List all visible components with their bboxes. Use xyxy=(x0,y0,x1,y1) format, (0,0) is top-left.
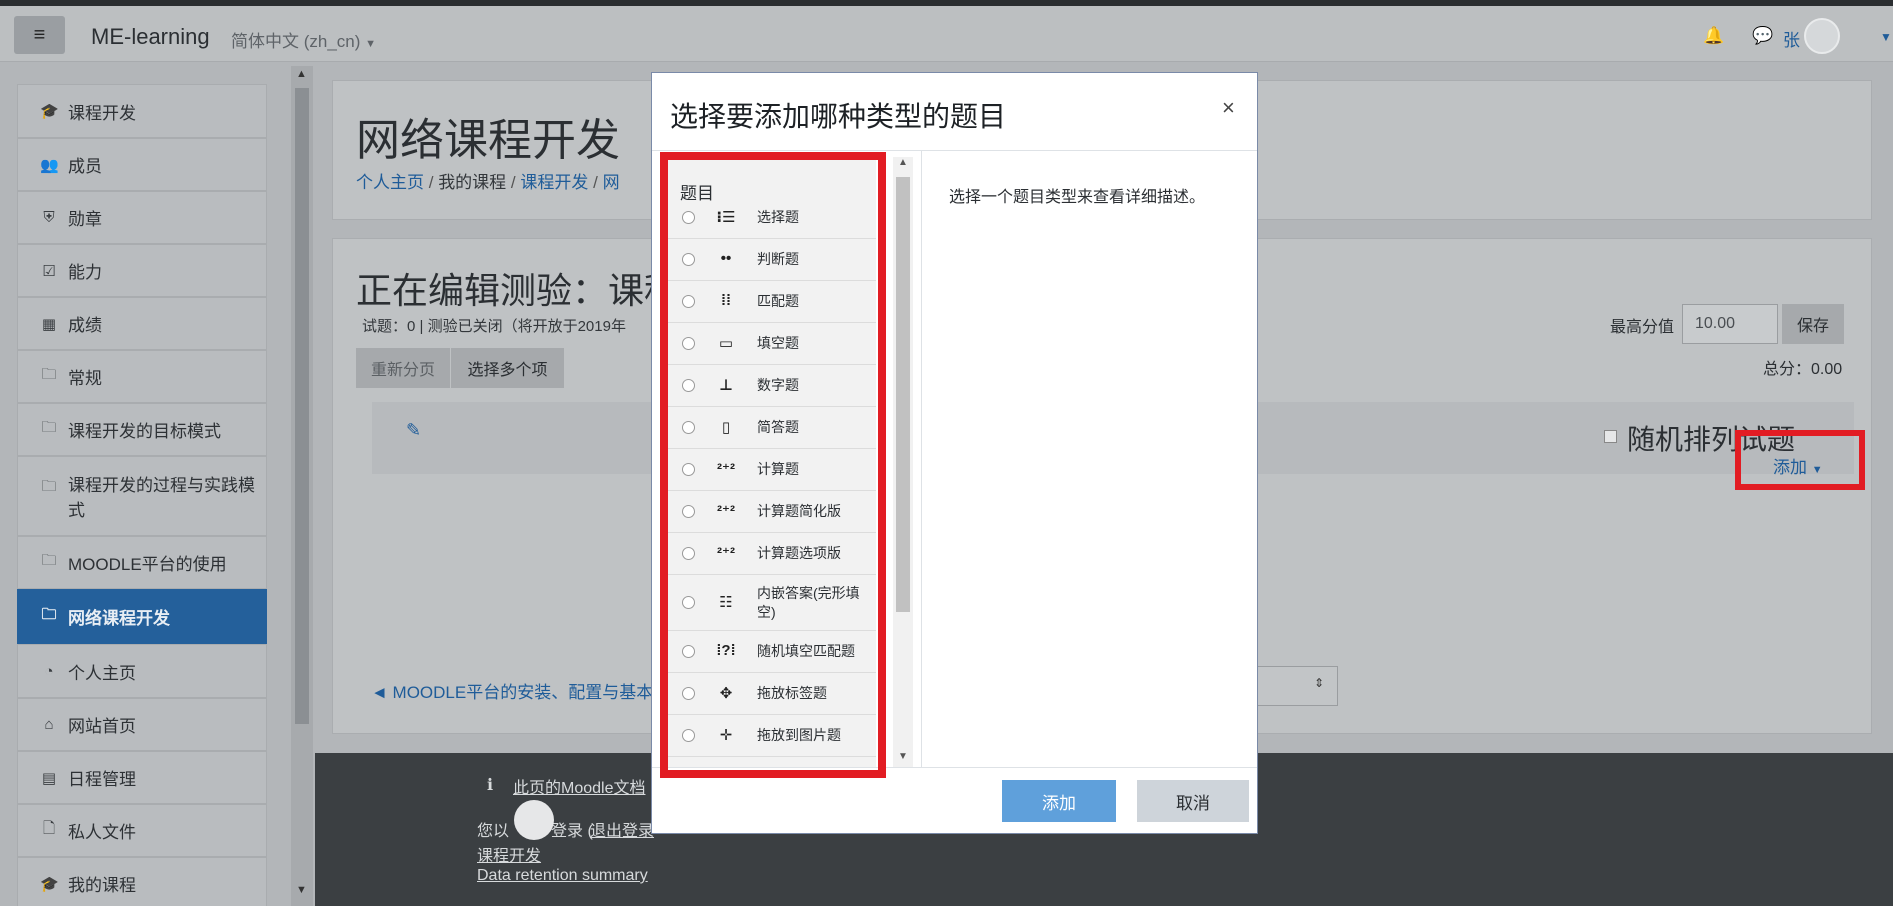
sidebar-item-label: 个人主页 xyxy=(68,663,136,683)
checkbox-icon: ☑ xyxy=(42,262,56,280)
chat-icon[interactable]: 💬 xyxy=(1752,26,1773,46)
sidebar-item[interactable]: ⌂ 网站首页 xyxy=(17,698,267,751)
dashboard-icon: ◔ xyxy=(44,662,54,680)
type-description: 选择一个题目类型来查看详细描述。 xyxy=(949,189,1206,206)
moodle-docs-link[interactable]: 此页的Moodle文档 xyxy=(513,774,645,798)
folder-icon: 🗀 xyxy=(41,552,57,569)
breadcrumb-current[interactable]: 网 xyxy=(603,173,620,192)
close-icon[interactable]: × xyxy=(1222,95,1235,121)
calendar-icon: ▤ xyxy=(41,769,57,787)
folder-icon: 🗀 xyxy=(41,606,57,623)
navbar: ≡ ME-learning 简体中文 (zh_cn) ▼ 🔔 💬 张 ▼ xyxy=(0,6,1893,62)
dialog-title: 选择要添加哪种类型的题目 xyxy=(670,101,1007,132)
sidebar-item[interactable]: ◔ 个人主页 xyxy=(17,644,267,698)
sidebar-item-label: 课程开发的过程与实践模式 xyxy=(68,476,255,520)
course-link[interactable]: 课程开发 xyxy=(477,842,541,866)
sidebar-item-label: MOODLE平台的使用 xyxy=(68,555,227,574)
sidebar-item-label: 网站首页 xyxy=(68,717,136,736)
sidebar-item-label: 我的课程 xyxy=(68,876,136,895)
pencil-icon[interactable]: ✎ xyxy=(406,420,421,441)
shield-icon: ⛨ xyxy=(43,209,55,226)
scroll-up-icon[interactable]: ▲ xyxy=(296,68,307,80)
user-name[interactable]: 张 xyxy=(1783,26,1800,51)
shuffle-checkbox[interactable] xyxy=(1604,430,1617,443)
sidebar-item[interactable]: ▤ 日程管理 xyxy=(17,751,267,804)
folder-icon: 🗀 xyxy=(41,478,57,495)
sidebar-item[interactable]: 🗀 课程开发的目标模式 xyxy=(17,403,267,456)
sidebar-nav: 🎓 课程开发 👥 成员 ⛨ 勋章 ☑ 能力 ▦ 成绩 🗀 常规 🗀 课程开发的目标模式 🗀 课程开发的过程与实… xyxy=(17,84,267,906)
menu-toggle-button[interactable]: ≡ xyxy=(14,16,65,54)
add-button[interactable]: 添加 xyxy=(1002,780,1116,822)
data-retention-link[interactable]: Data retention summary xyxy=(477,867,648,885)
scroll-down-icon[interactable]: ▼ xyxy=(898,751,908,762)
cancel-button[interactable]: 取消 xyxy=(1137,780,1249,822)
max-grade-label: 最高分值 xyxy=(1610,319,1675,336)
site-brand[interactable]: ME-learning xyxy=(91,24,210,50)
previous-activity-link[interactable]: ◄ MOODLE平台的安装、配置与基本使 xyxy=(371,678,670,703)
info-icon: ℹ xyxy=(487,777,494,794)
home-icon: ⌂ xyxy=(44,716,54,733)
max-grade-input[interactable]: 10.00 xyxy=(1682,304,1778,344)
breadcrumb-course[interactable]: 课程开发 xyxy=(520,173,588,192)
table-icon: ▦ xyxy=(41,315,57,333)
page-scrollbar-thumb[interactable] xyxy=(295,88,309,724)
select-arrows-icon: ⇕ xyxy=(1314,676,1325,690)
add-highlight-box xyxy=(1735,430,1865,490)
logout-link[interactable]: 退出登录 xyxy=(590,817,654,841)
sidebar-item-label: 成员 xyxy=(68,157,102,176)
sidebar-item[interactable]: 🗀 课程开发的过程与实践模式 xyxy=(17,456,267,536)
sidebar-item[interactable]: 👥 成员 xyxy=(17,138,267,191)
logged-in-suffix: 登录 ( xyxy=(551,823,593,840)
logged-in-text: 您以 xyxy=(477,823,510,840)
sidebar-item[interactable]: 🗋 私人文件 xyxy=(17,804,267,857)
graduation-cap-icon: 🎓 xyxy=(40,103,59,120)
scroll-down-icon[interactable]: ▼ xyxy=(296,884,307,896)
description-divider xyxy=(921,151,922,767)
folder-icon: 🗀 xyxy=(41,366,57,383)
sidebar-item[interactable]: 🎓 课程开发 xyxy=(17,84,267,138)
users-icon: 👥 xyxy=(40,156,59,174)
sidebar-item-label: 私人文件 xyxy=(68,823,136,842)
sidebar-item[interactable]: ▦ 成绩 xyxy=(17,297,267,350)
repaginate-button[interactable]: 重新分页 xyxy=(356,348,450,388)
user-menu-caret-icon[interactable]: ▼ xyxy=(1880,30,1892,44)
sidebar-item[interactable]: 🎓 我的课程 xyxy=(17,857,267,906)
graduation-cap-icon: 🎓 xyxy=(40,875,59,893)
file-icon: 🗋 xyxy=(42,820,56,837)
list-scrollbar-thumb[interactable] xyxy=(896,177,910,612)
sidebar-item-label: 网络课程开发 xyxy=(68,609,170,628)
breadcrumb-home[interactable]: 个人主页 xyxy=(356,173,424,192)
editing-quiz-title: 正在编辑测验：课程 xyxy=(356,270,681,311)
bell-icon[interactable]: 🔔 xyxy=(1703,26,1724,46)
sidebar-item-label: 日程管理 xyxy=(68,770,136,789)
sidebar-item[interactable]: 🗀 常规 xyxy=(17,350,267,403)
breadcrumb: 个人主页 / 我的课程 / 课程开发 / 网 xyxy=(356,173,620,192)
language-menu[interactable]: 简体中文 (zh_cn) ▼ xyxy=(231,27,376,52)
total-marks: 总分：0.00 xyxy=(1763,361,1843,378)
options-highlight-box xyxy=(660,152,886,778)
scroll-up-icon[interactable]: ▲ xyxy=(898,157,908,168)
sidebar-item-label: 能力 xyxy=(68,263,102,282)
page-title: 网络课程开发 xyxy=(356,116,620,165)
sidebar-item[interactable]: 🗀 MOODLE平台的使用 xyxy=(17,536,267,589)
sidebar-item[interactable]: ⛨ 勋章 xyxy=(17,191,267,244)
folder-icon: 🗀 xyxy=(41,419,57,436)
avatar[interactable] xyxy=(1804,18,1840,54)
save-button[interactable]: 保存 xyxy=(1782,304,1844,344)
sidebar-item-label: 课程开发 xyxy=(68,103,136,123)
language-label: 简体中文 (zh_cn) xyxy=(231,32,361,51)
select-multiple-button[interactable]: 选择多个项 xyxy=(451,348,564,388)
sidebar-item-label: 成绩 xyxy=(68,316,102,335)
redacted-username xyxy=(514,800,554,840)
breadcrumb-my-courses: 我的课程 xyxy=(438,173,507,192)
chevron-down-icon: ▼ xyxy=(365,38,377,50)
sidebar-item[interactable]: 🗀 网络课程开发 xyxy=(17,589,267,644)
sidebar-item[interactable]: ☑ 能力 xyxy=(17,244,267,297)
sidebar-item-label: 勋章 xyxy=(68,210,102,229)
hamburger-icon: ≡ xyxy=(33,23,46,46)
sidebar-item-label: 常规 xyxy=(68,369,102,388)
sidebar-item-label: 课程开发的目标模式 xyxy=(68,422,221,441)
quiz-info: 试题：0 | 测验已关闭（将开放于2019年 xyxy=(362,318,626,335)
